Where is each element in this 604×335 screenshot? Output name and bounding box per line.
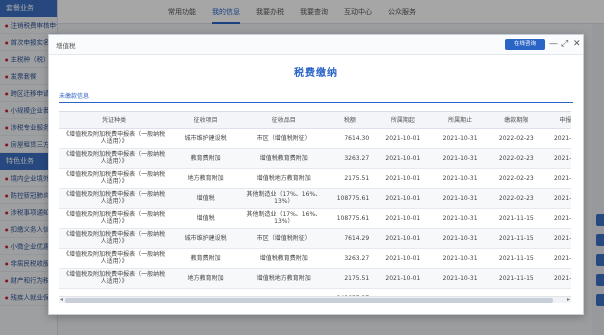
table-cell: 108775.61 — [325, 188, 375, 209]
dialog-header: 增值税 在线咨询 — ⤢ ✕ — [49, 35, 583, 55]
minimize-icon[interactable]: — — [549, 38, 558, 50]
table-cell: 7614.29 — [325, 228, 375, 249]
close-icon[interactable]: ✕ — [573, 38, 581, 50]
table-cell: 2021-10-01 — [374, 168, 432, 189]
table-cell: 地方教育附加 — [169, 268, 242, 289]
table-cell: 2021-10-01 — [374, 188, 432, 209]
column-header: 征收项目 — [169, 112, 242, 129]
table-row[interactable]: 《增值税及附加税费申报表（一般纳税人适用）》 教育费附加 增值税教育费附加 3263.… — [59, 248, 571, 269]
table-cell: 教育费附加 — [169, 248, 242, 269]
table-cell: 市区（增值税附征） — [241, 128, 326, 149]
table-row[interactable]: 《增值税及附加税费申报表（一般纳税人适用）》 城市维护建设税 市区（增值税附征） 76… — [59, 128, 571, 149]
unpaid-info-label: 未缴款信息 — [59, 92, 573, 103]
table-cell: 2021-10-01 — [374, 208, 432, 229]
table-cell: 2022-02-23 — [488, 128, 544, 149]
table-cell: 其他制造业（17%、16%、13%） — [241, 208, 326, 229]
online-consult-button[interactable]: 在线咨询 — [505, 39, 545, 50]
table-cell: 2021-11-01 — [543, 168, 571, 189]
table-cell: 市区（增值税附征） — [241, 228, 326, 249]
table-row[interactable]: 《增值税及附加税费申报表（一般纳税人适用）》 教育费附加 增值税教育费附加 3263.… — [59, 148, 571, 169]
table-cell: 城市维护建设税 — [169, 228, 242, 249]
table-cell: 增值税地方教育附加 — [241, 168, 326, 189]
dialog-small-title: 增值税 — [56, 42, 76, 50]
table-cell: 2021-11-01 — [543, 228, 571, 249]
table-cell: 2021-11-15 — [488, 248, 544, 269]
table-cell: 增值税 — [169, 208, 242, 229]
table-row[interactable]: 《增值税及附加税费申报表（一般纳税人适用）》 地方教育附加 增值税地方教育附加 217… — [59, 268, 571, 289]
table-cell: 2021-11-15 — [488, 208, 544, 229]
table-cell: 2021-10-31 — [431, 208, 489, 229]
table-cell: 2021-10-31 — [431, 248, 489, 269]
dialog-title: 税费缴纳 — [294, 68, 338, 79]
table-cell: 2021-10-01 — [374, 228, 432, 249]
table-cell: 2021-11-01 — [543, 128, 571, 149]
table-row[interactable]: 《增值税及附加税费申报表（一般纳税人适用）》 地方教育附加 增值税地方教育附加 217… — [59, 168, 571, 189]
unpaid-table: 凭证种类征收项目征收品目税额所属期起所属期止缴款期限申报日期 《增值税及附加税费… — [59, 112, 571, 307]
table-cell: 教育费附加 — [169, 148, 242, 169]
table-cell: 2021-10-31 — [431, 188, 489, 209]
column-header: 凭证种类 — [59, 112, 170, 129]
table-cell: 7614.30 — [325, 128, 375, 149]
column-header: 缴款期限 — [488, 112, 544, 129]
table-cell: 《增值税及附加税费申报表（一般纳税人适用）》 — [59, 168, 170, 189]
table-row[interactable]: 《增值税及附加税费申报表（一般纳税人适用）》 增值税 其他制造业（17%、16%、1… — [59, 188, 571, 209]
unpaid-table-container[interactable]: 凭证种类征收项目征收品目税额所属期起所属期止缴款期限申报日期 《增值税及附加税费… — [59, 111, 571, 307]
table-cell: 城市维护建设税 — [169, 128, 242, 149]
table-cell: 增值税教育费附加 — [241, 148, 326, 169]
table-cell: 2175.51 — [325, 168, 375, 189]
table-cell: 2021-10-31 — [431, 228, 489, 249]
table-cell: 2022-02-23 — [488, 148, 544, 169]
table-cell: 2021-10-31 — [431, 148, 489, 169]
table-cell: 2021-10-01 — [374, 128, 432, 149]
table-cell: 2021-10-31 — [431, 268, 489, 289]
table-cell: 《增值税及附加税费申报表（一般纳税人适用）》 — [59, 208, 170, 229]
column-header: 申报日期 — [543, 112, 571, 129]
table-cell: 2021-10-01 — [374, 268, 432, 289]
horizontal-scrollbar[interactable]: ◂ ▸ — [59, 296, 571, 303]
table-cell: 增值税教育费附加 — [241, 248, 326, 269]
table-cell: 2021-10-01 — [374, 248, 432, 269]
column-header: 所属期止 — [431, 112, 489, 129]
table-cell: 2175.51 — [325, 268, 375, 289]
table-cell: 2021-11-01 — [543, 248, 571, 269]
table-cell: 3263.27 — [325, 248, 375, 269]
scroll-thumb[interactable] — [65, 298, 553, 303]
scroll-left-icon[interactable]: ◂ — [60, 296, 63, 303]
table-cell: 2021-10-31 — [431, 168, 489, 189]
scroll-right-icon[interactable]: ▸ — [567, 296, 570, 303]
table-cell: 2021-11-15 — [488, 268, 544, 289]
table-cell: 地方教育附加 — [169, 168, 242, 189]
table-cell: 2021-11-01 — [543, 208, 571, 229]
table-row[interactable]: 《增值税及附加税费申报表（一般纳税人适用）》 城市维护建设税 市区（增值税附征） 76… — [59, 228, 571, 249]
table-cell: 其他制造业（17%、16%、13%） — [241, 188, 326, 209]
table-cell: 2021-11-01 — [543, 148, 571, 169]
column-header: 所属期起 — [374, 112, 432, 129]
table-cell: 《增值税及附加税费申报表（一般纳税人适用）》 — [59, 148, 170, 169]
table-cell: 2022-02-23 — [488, 168, 544, 189]
restore-icon[interactable]: ⤢ — [561, 38, 568, 50]
table-cell: 增值税 — [169, 188, 242, 209]
table-cell: 2021-11-01 — [543, 188, 571, 209]
table-cell: 2021-11-15 — [488, 228, 544, 249]
table-cell: 增值税地方教育附加 — [241, 268, 326, 289]
table-row[interactable]: 《增值税及附加税费申报表（一般纳税人适用）》 增值税 其他制造业（17%、16%、1… — [59, 208, 571, 229]
table-cell: 2021-11-01 — [543, 268, 571, 289]
table-cell: 《增值税及附加税费申报表（一般纳税人适用）》 — [59, 228, 170, 249]
column-header: 征收品目 — [241, 112, 326, 129]
table-cell: 《增值税及附加税费申报表（一般纳税人适用）》 — [59, 128, 170, 149]
table-cell: 3263.27 — [325, 148, 375, 169]
table-cell: 《增值税及附加税费申报表（一般纳税人适用）》 — [59, 188, 170, 209]
table-cell: 2022-02-23 — [488, 188, 544, 209]
table-cell: 108775.61 — [325, 208, 375, 229]
table-cell: 2021-10-01 — [374, 148, 432, 169]
tax-payment-dialog: 增值税 在线咨询 — ⤢ ✕ 税费缴纳 未缴款信息 凭证种类 征收项目 征收品目 税额… — [48, 34, 584, 315]
table-cell: 2021-10-31 — [431, 128, 489, 149]
table-cell: 《增值税及附加税费申报表（一般纳税人适用）》 — [59, 248, 170, 269]
column-header: 税额 — [325, 112, 375, 129]
table-cell: 《增值税及附加税费申报表（一般纳税人适用）》 — [59, 268, 170, 289]
